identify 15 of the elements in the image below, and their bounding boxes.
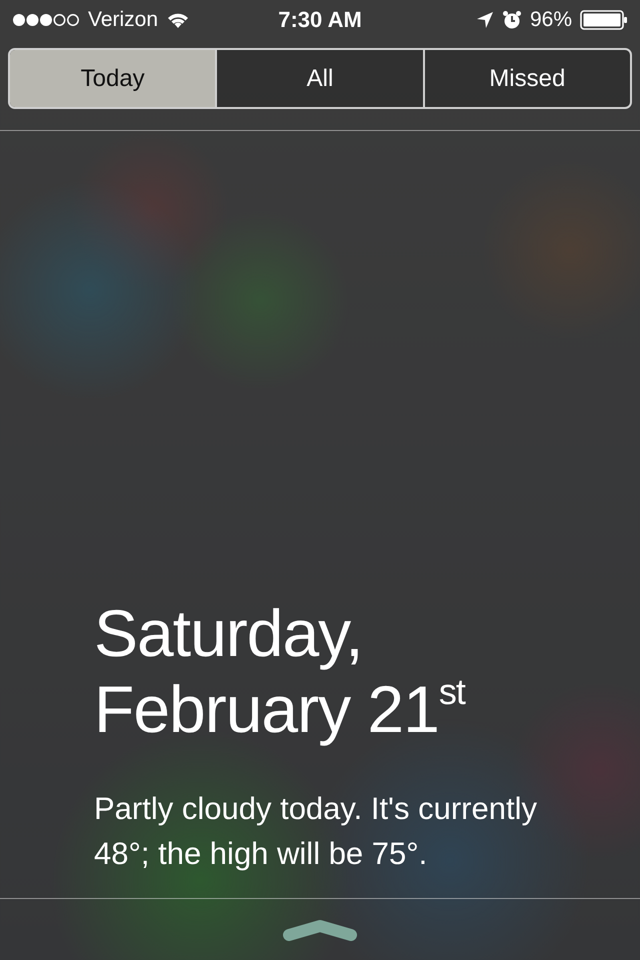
weather-summary: Partly cloudy today. It's currently 48°; the high will be 75°.	[94, 790, 538, 873]
tab[interactable]: All	[215, 50, 423, 107]
alarm-clock-icon	[502, 10, 522, 30]
battery-icon	[580, 10, 628, 30]
carrier-name: Verizon	[88, 8, 158, 32]
date-line: February 21$^{st}$	[94, 671, 466, 748]
clock-time: 7:30 AM	[278, 7, 362, 33]
grabber-handle-icon[interactable]	[283, 918, 357, 940]
signal-icon	[12, 13, 80, 27]
date-line: Saturday,	[94, 595, 364, 671]
battery-percent: 96%	[530, 8, 572, 32]
location-arrow-icon	[476, 11, 494, 29]
tab[interactable]: Missed	[422, 50, 630, 107]
wifi-icon	[166, 11, 190, 29]
tab[interactable]: Today	[10, 50, 216, 107]
